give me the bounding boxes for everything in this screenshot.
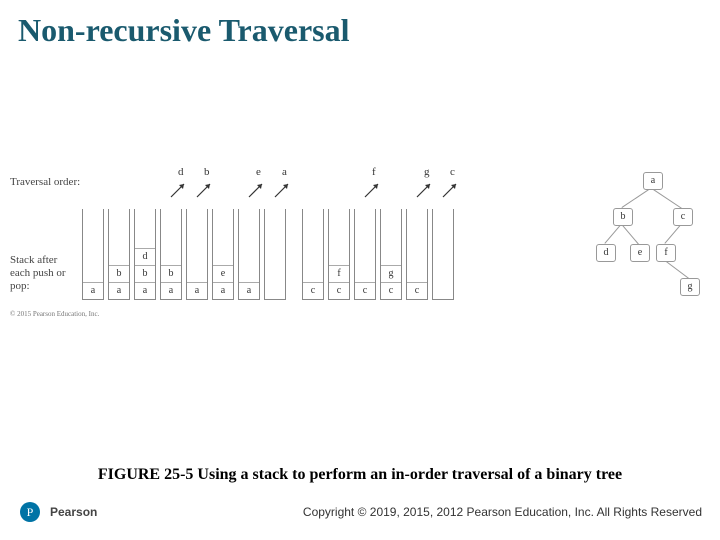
tree-node-a: a: [643, 172, 663, 190]
pop-label: b: [204, 166, 210, 178]
stack-container: a: [186, 209, 208, 300]
image-copyright: © 2015 Pearson Education, Inc.: [10, 310, 99, 318]
stack-column: dba: [134, 200, 156, 300]
stack-column: ea: [238, 200, 260, 300]
pop-label: a: [282, 166, 287, 178]
stack-cell: a: [83, 282, 103, 299]
pop-label: d: [178, 166, 184, 178]
arrow-up-right-icon: [414, 178, 436, 200]
stack-cell: a: [109, 282, 129, 299]
tree-edge: [651, 188, 682, 209]
footer: P Pearson Copyright © 2019, 2015, 2012 P…: [0, 502, 720, 522]
figure-caption: FIGURE 25-5 Using a stack to perform an …: [0, 466, 720, 484]
stack-cell: c: [329, 282, 349, 299]
arrow-up-right-icon: [168, 178, 190, 200]
arrow-up-right-icon: [362, 178, 384, 200]
stack-container: fc: [328, 209, 350, 300]
tree-node-g: g: [680, 278, 700, 296]
pearson-logo-icon: P: [20, 502, 40, 522]
stack-cell: b: [135, 265, 155, 282]
stack-column: c: [432, 200, 454, 300]
arrow-up-right-icon: [272, 178, 294, 200]
stack-column: gc: [380, 200, 402, 300]
stack-cell: d: [135, 248, 155, 265]
stack-column: a: [264, 200, 286, 300]
stack-column: ba: [186, 200, 208, 300]
stack-column: fc: [328, 200, 350, 300]
stack-cell: g: [381, 265, 401, 282]
stack-container: c: [354, 209, 376, 300]
stack-container: a: [238, 209, 260, 300]
stack-column: c: [302, 200, 324, 300]
arrow-up-right-icon: [194, 178, 216, 200]
stack-container: dba: [134, 209, 156, 300]
figure-area: Traversal order: Stack after each push o…: [10, 170, 710, 350]
brand-text: Pearson: [50, 505, 97, 519]
stack-container: ba: [160, 209, 182, 300]
stack-cell: c: [381, 282, 401, 299]
stacks-row: abadbadbabaeaeaacfcfcgcgcc: [82, 200, 454, 300]
tree-edge: [604, 223, 622, 244]
pop-label: c: [450, 166, 455, 178]
stack-container: c: [302, 209, 324, 300]
svg-text:P: P: [27, 505, 34, 519]
stack-cell: a: [135, 282, 155, 299]
stack-cell: c: [355, 282, 375, 299]
stack-cell: a: [161, 282, 181, 299]
stack-cell: c: [407, 282, 427, 299]
stack-cell: c: [303, 282, 323, 299]
binary-tree: ab c defg: [588, 170, 708, 310]
stack-cell: a: [187, 282, 207, 299]
tree-node-b: b: [613, 208, 633, 226]
tree-edge: [664, 260, 689, 279]
pop-label: f: [372, 166, 376, 178]
tree-edge: [664, 223, 682, 244]
copyright-text: Copyright © 2019, 2015, 2012 Pearson Edu…: [117, 505, 720, 519]
stack-container: [432, 209, 454, 300]
tree-edge: [621, 224, 639, 245]
stack-cell: a: [213, 282, 233, 299]
stack-container: ba: [108, 209, 130, 300]
arrow-up-right-icon: [246, 178, 268, 200]
arrow-up-right-icon: [440, 178, 462, 200]
stack-container: [264, 209, 286, 300]
stack-column: a: [82, 200, 104, 300]
stack-container: gc: [380, 209, 402, 300]
stack-cell: e: [213, 265, 233, 282]
stack-column: gc: [406, 200, 428, 300]
stack-container: ea: [212, 209, 234, 300]
stack-column: ba: [108, 200, 130, 300]
stack-cell: b: [161, 265, 181, 282]
stack-cell: a: [239, 282, 259, 299]
tree-node-e: e: [630, 244, 650, 262]
stack-column: ea: [212, 200, 234, 300]
traversal-order-label: Traversal order:: [10, 176, 80, 188]
stack-container: c: [406, 209, 428, 300]
tree-node-c: c: [673, 208, 693, 226]
tree-node-f: f: [656, 244, 676, 262]
stack-column: dba: [160, 200, 182, 300]
tree-node-d: d: [596, 244, 616, 262]
stack-after-label: Stack after each push or pop:: [10, 254, 70, 294]
tree-edge: [621, 187, 652, 208]
stack-container: a: [82, 209, 104, 300]
pop-label: g: [424, 166, 430, 178]
slide-title: Non-recursive Traversal: [0, 0, 720, 49]
stack-column: fc: [354, 200, 376, 300]
stack-cell: b: [109, 265, 129, 282]
stack-cell: f: [329, 265, 349, 282]
pop-label: e: [256, 166, 261, 178]
